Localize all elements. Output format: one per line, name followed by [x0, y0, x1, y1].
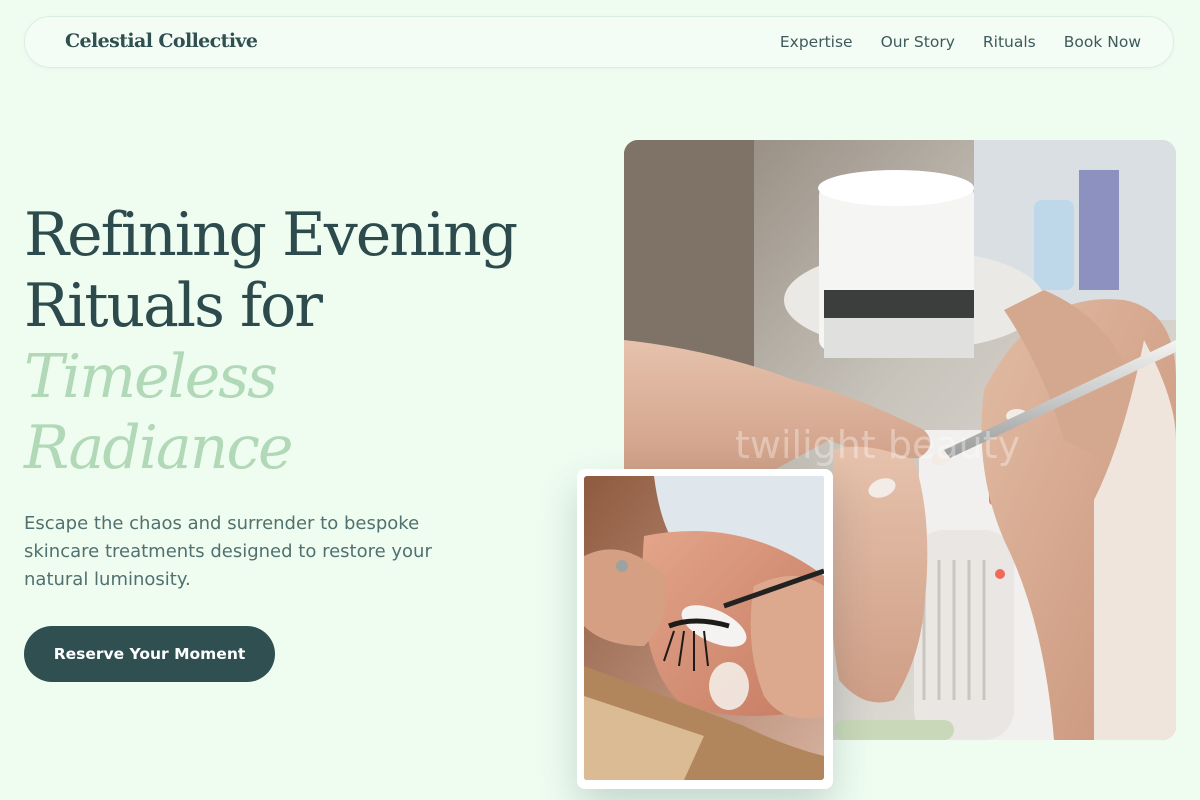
brand-logo[interactable]: Celestial Collective	[65, 30, 258, 52]
hero-image-secondary	[577, 469, 833, 789]
photo-watermark: twilight beauty	[735, 423, 1020, 467]
lash-treatment-photo	[584, 476, 824, 780]
nav-links: Expertise Our Story Rituals Book Now	[780, 33, 1141, 51]
nav-link-book-now[interactable]: Book Now	[1064, 33, 1141, 51]
navbar: Celestial Collective Expertise Our Story…	[24, 16, 1174, 68]
nav-link-expertise[interactable]: Expertise	[780, 33, 853, 51]
hero-headline: Refining Evening Rituals for Timeless Ra…	[24, 200, 594, 484]
headline-accent-line-1: Timeless	[24, 342, 278, 412]
hero-description: Escape the chaos and surrender to bespok…	[24, 513, 432, 590]
nav-link-rituals[interactable]: Rituals	[983, 33, 1036, 51]
nav-link-our-story[interactable]: Our Story	[881, 33, 955, 51]
headline-line-2: Rituals for	[24, 271, 323, 341]
headline-line-1: Refining Evening	[24, 200, 518, 270]
headline-accent-line-2: Radiance	[24, 413, 293, 483]
reserve-button[interactable]: Reserve Your Moment	[24, 626, 275, 682]
